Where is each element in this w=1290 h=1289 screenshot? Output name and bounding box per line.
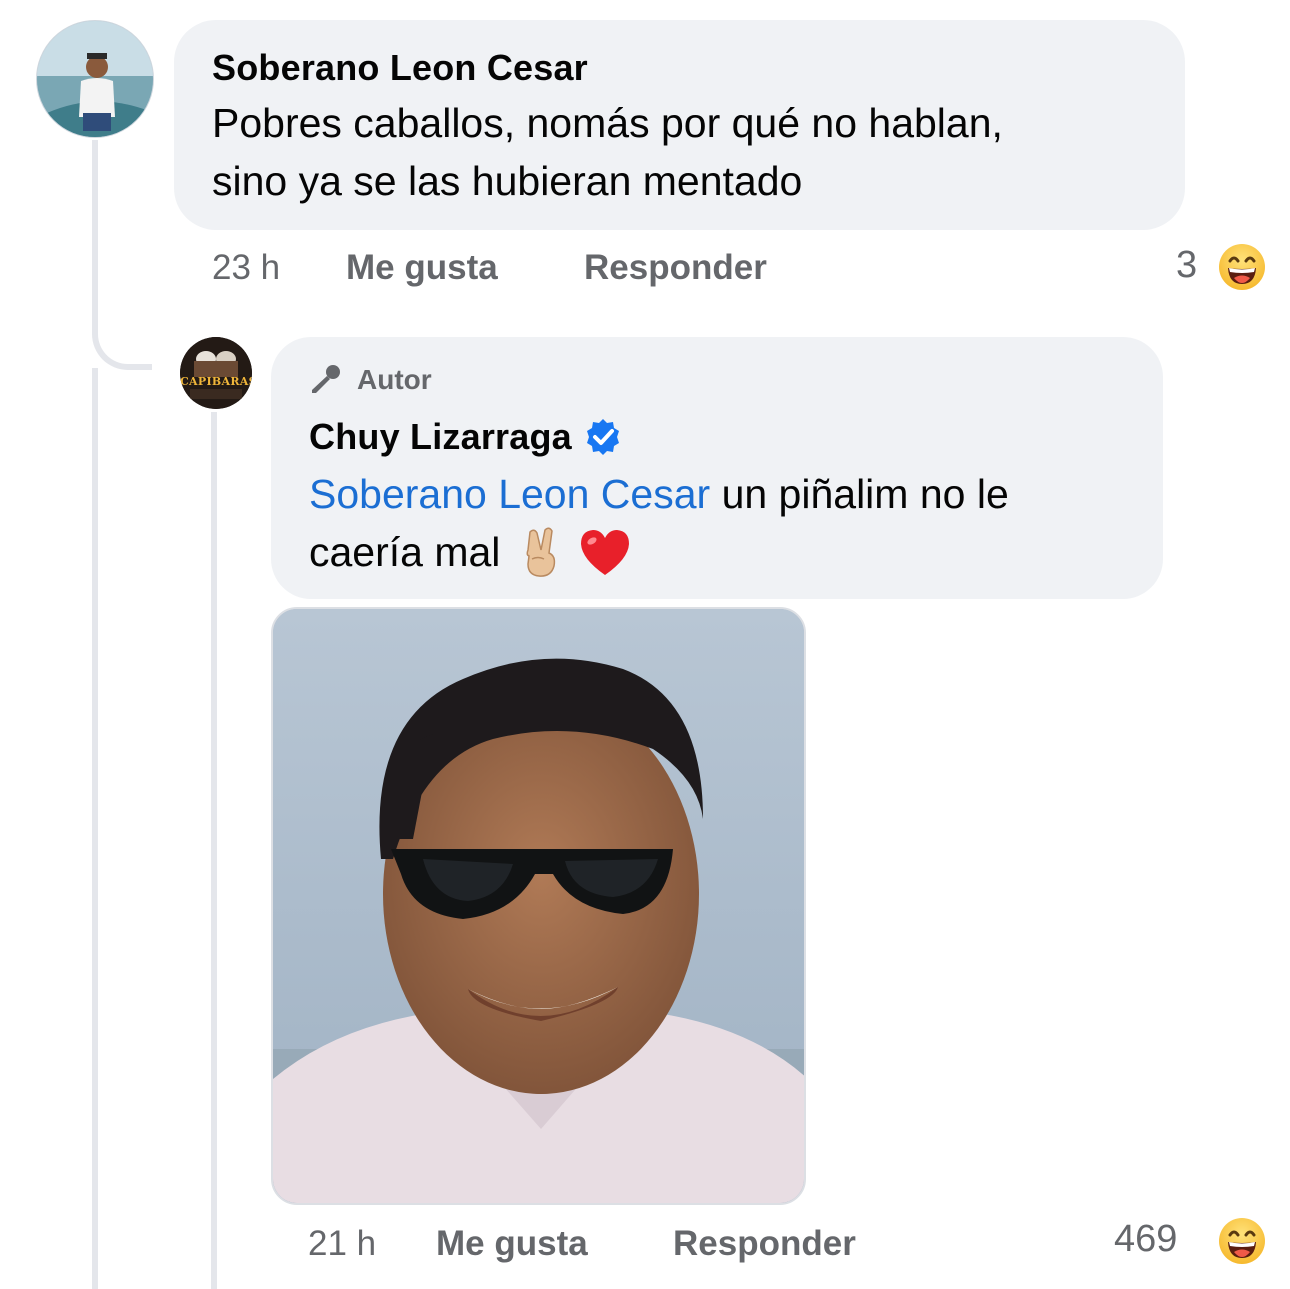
- reply-reply-button[interactable]: Responder: [673, 1224, 856, 1264]
- reply-timestamp[interactable]: 21 h: [308, 1224, 376, 1264]
- reply-avatar-logo-text: CAPIBARAS: [180, 375, 252, 388]
- comment-reaction-count[interactable]: 3: [1176, 244, 1197, 287]
- reply-attached-photo[interactable]: [271, 607, 806, 1205]
- haha-reaction-icon[interactable]: [1218, 1217, 1266, 1265]
- thread-connector-curve: [92, 300, 152, 370]
- reply-author-avatar[interactable]: CAPIBARAS: [180, 337, 252, 409]
- comment-bubble: Soberano Leon Cesar Pobres caballos, nom…: [174, 20, 1185, 230]
- comment-text-line-2: sino ya se las hubieran mentado: [212, 158, 803, 204]
- comment-reply-button[interactable]: Responder: [584, 248, 767, 288]
- victory-hand-emoji-icon: [520, 526, 564, 578]
- reply-author-name[interactable]: Chuy Lizarraga: [309, 416, 572, 458]
- verified-badge-icon: [584, 418, 622, 456]
- thread-line-reply: [211, 412, 217, 1289]
- thread-line-main: [92, 140, 98, 305]
- reply-reaction-count[interactable]: 469: [1114, 1218, 1177, 1261]
- haha-reaction-icon[interactable]: [1218, 243, 1266, 291]
- comment-text-line-1: Pobres caballos, nomás por qué no hablan…: [212, 100, 1003, 146]
- mention-link[interactable]: Soberano Leon Cesar: [309, 471, 710, 517]
- reply-like-button[interactable]: Me gusta: [436, 1224, 588, 1264]
- thread-line-lower: [92, 368, 98, 1289]
- red-heart-emoji-icon: [578, 527, 632, 577]
- comment-timestamp[interactable]: 23 h: [212, 248, 280, 288]
- reply-text-rest: un piñalim no le: [710, 471, 1009, 517]
- author-badge-label: Autor: [357, 364, 432, 395]
- author-badge: Autor: [309, 363, 1163, 397]
- reply-bubble: Autor Chuy Lizarraga Soberano Leon Cesar…: [271, 337, 1163, 599]
- microphone-icon: [309, 363, 343, 397]
- reply-text-line-2: caería mal: [309, 529, 501, 575]
- commenter-avatar[interactable]: [36, 20, 154, 138]
- comment-like-button[interactable]: Me gusta: [346, 248, 498, 288]
- comment-author-name[interactable]: Soberano Leon Cesar: [212, 46, 1185, 90]
